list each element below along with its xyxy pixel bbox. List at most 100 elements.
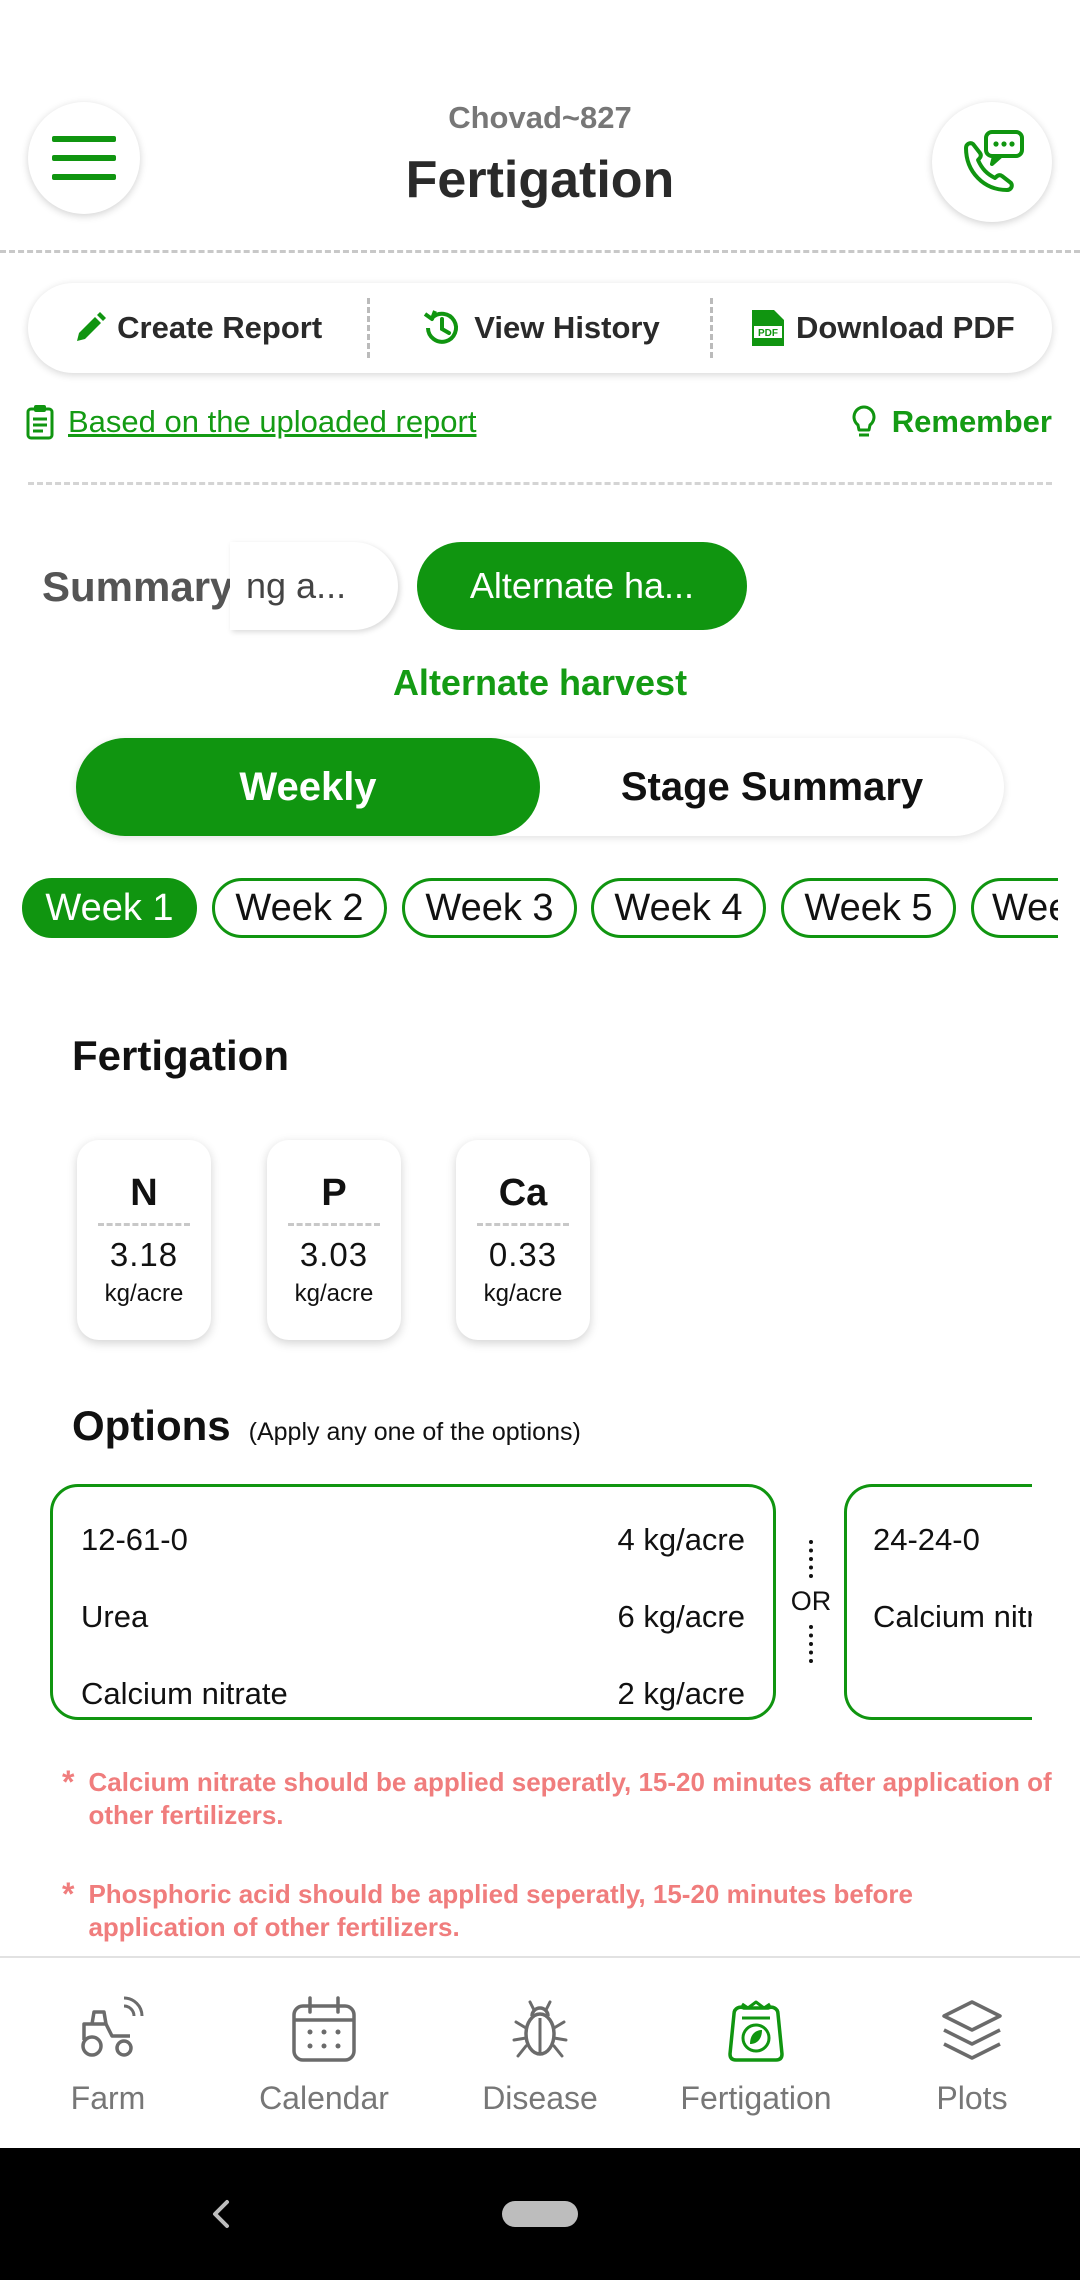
phone-chat-icon <box>964 130 1024 192</box>
week-chip[interactable]: Week 6 <box>971 878 1058 938</box>
warning-note: * Phosphoric acid should be applied sepe… <box>62 1878 1052 1944</box>
nutrient-symbol: P <box>321 1172 347 1214</box>
summary-chip[interactable]: ng a... <box>230 542 398 630</box>
download-pdf-label: Download PDF <box>795 310 1015 345</box>
week-chip[interactable]: Week 5 <box>781 878 956 938</box>
pencil-icon <box>77 312 107 341</box>
download-pdf-button[interactable]: PDF Download PDF <box>709 298 1052 358</box>
tab-weekly[interactable]: Weekly <box>76 738 540 836</box>
remember-button[interactable]: Remember <box>850 404 1052 440</box>
nav-farm-label: Farm <box>70 2080 146 2116</box>
nav-fertigation[interactable]: Fertigation <box>648 1958 864 2148</box>
lightbulb-icon <box>852 405 876 437</box>
nutrient-divider <box>98 1223 190 1226</box>
options-header: Options (Apply any one of the options) <box>72 1402 581 1450</box>
nutrient-card: P 3.03 kg/acre <box>267 1140 401 1340</box>
week-chip[interactable]: Week 3 <box>402 878 577 938</box>
or-separator: OR <box>784 1540 838 1664</box>
warning-note: * Calcium nitrate should be applied sepe… <box>62 1766 1052 1832</box>
bug-icon <box>512 2000 568 2058</box>
nav-disease-label: Disease <box>482 2080 598 2116</box>
view-toggle: Weekly Stage Summary <box>76 738 1004 836</box>
bottom-navigation: Farm Calendar Disease Fertigation Plots <box>0 1956 1080 2148</box>
remember-label: Remember <box>891 404 1052 439</box>
create-report-button[interactable]: Create Report <box>28 298 367 358</box>
info-divider <box>28 482 1052 485</box>
fertilizer-qty: 2 kg/acre <box>617 1675 745 1711</box>
uploaded-report-link[interactable]: Based on the uploaded report <box>26 404 476 440</box>
action-bar: Create Report View History PDF Download … <box>28 283 1052 373</box>
or-dots-bottom <box>809 1625 813 1663</box>
summary-label: Summary <box>42 563 234 610</box>
week-chip[interactable]: Week 1 <box>22 878 197 938</box>
nav-calendar[interactable]: Calendar <box>216 1958 432 2148</box>
fertilizer-name: Calcium nitrate <box>81 1675 288 1711</box>
nutrient-unit: kg/acre <box>294 1280 374 1307</box>
nutrient-value: 3.03 <box>299 1236 369 1273</box>
uploaded-report-label: Based on the uploaded report <box>68 404 477 439</box>
page-title: Fertigation <box>405 151 675 209</box>
nutrient-symbol: Ca <box>498 1172 548 1214</box>
calendar-icon <box>292 1996 356 2062</box>
summary-chip-label: ng a... <box>246 565 347 606</box>
option-row: Calcium nitrate 2 kg/acre <box>81 1655 745 1732</box>
options-title: Options <box>72 1402 231 1449</box>
option-row: 12-61-0 4 kg/acre <box>81 1501 745 1578</box>
nutrient-symbol: N <box>130 1172 158 1214</box>
selected-summary-title: Alternate harvest <box>392 662 688 703</box>
nav-plots-label: Plots <box>936 2080 1008 2116</box>
nutrient-card: N 3.18 kg/acre <box>77 1140 211 1340</box>
contact-support-button[interactable] <box>932 102 1052 222</box>
asterisk-icon: * <box>62 1876 75 1912</box>
nutrient-value: 0.33 <box>488 1236 558 1273</box>
nav-calendar-label: Calendar <box>259 2080 389 2116</box>
nutrient-value: 3.18 <box>109 1236 179 1273</box>
option-card-1[interactable]: 12-61-0 4 kg/acre Urea 6 kg/acre Calcium… <box>50 1484 776 1720</box>
nutrient-divider <box>288 1223 380 1226</box>
nav-plots[interactable]: Plots <box>864 1958 1080 2148</box>
tractor-icon <box>81 1996 144 2057</box>
nutrient-card: Ca 0.33 kg/acre <box>456 1140 590 1340</box>
view-history-button[interactable]: View History <box>367 298 709 358</box>
fertilizer-qty: 6 kg/acre <box>617 1598 745 1634</box>
option-row: Calcium nitrate <box>873 1578 1032 1655</box>
nutrient-divider <box>477 1223 569 1226</box>
asterisk-icon: * <box>62 1764 75 1800</box>
options-note: (Apply any one of the options) <box>248 1418 581 1446</box>
back-chevron-icon <box>213 2200 229 2228</box>
option-row: 24-24-0 <box>873 1501 1032 1578</box>
fertigation-section-title: Fertigation <box>72 1032 289 1079</box>
svg-text:PDF: PDF <box>758 328 778 339</box>
nutrient-unit: kg/acre <box>483 1280 563 1307</box>
or-dots-top <box>809 1540 813 1578</box>
app-root: Chovad~827 Fertigation Create Report Vie… <box>0 0 1080 2280</box>
clipboard-icon <box>26 405 54 440</box>
nav-disease[interactable]: Disease <box>432 1958 648 2148</box>
nutrient-unit: kg/acre <box>104 1280 184 1307</box>
pdf-icon: PDF <box>751 310 784 346</box>
system-back-button[interactable] <box>205 2190 237 2243</box>
fertilizer-name: 24-24-0 <box>873 1521 980 1557</box>
week-chip[interactable]: Week 4 <box>591 878 766 938</box>
summary-chip-active-label: Alternate ha... <box>469 565 695 606</box>
tab-stage-summary[interactable]: Stage Summary <box>540 738 1004 836</box>
warning-note-text: Calcium nitrate should be applied sepera… <box>88 1767 1052 1830</box>
fertilizer-qty: 4 kg/acre <box>617 1521 745 1557</box>
option-card-2[interactable]: 24-24-0 Calcium nitrate <box>844 1484 1032 1720</box>
fertilizer-name: Urea <box>81 1598 149 1634</box>
header-divider <box>0 250 1080 253</box>
week-chip[interactable]: Week 2 <box>212 878 387 938</box>
layers-icon <box>942 2000 1002 2060</box>
view-history-label: View History <box>474 310 660 345</box>
fertilizer-bag-icon <box>728 2000 784 2062</box>
system-home-pill[interactable] <box>502 2201 578 2227</box>
week-selector: Week 1 Week 2 Week 3 Week 4 Week 5 Week … <box>22 878 1058 940</box>
option-row: Urea 6 kg/acre <box>81 1578 745 1655</box>
nav-fertigation-label: Fertigation <box>680 2080 832 2116</box>
fertilizer-name: 12-61-0 <box>81 1521 188 1557</box>
summary-chip-active[interactable]: Alternate ha... <box>417 542 747 630</box>
nav-farm[interactable]: Farm <box>0 1958 216 2148</box>
create-report-label: Create Report <box>117 310 323 345</box>
or-label: OR <box>790 1586 832 1616</box>
fertilizer-name: Calcium nitrate <box>873 1598 1032 1634</box>
